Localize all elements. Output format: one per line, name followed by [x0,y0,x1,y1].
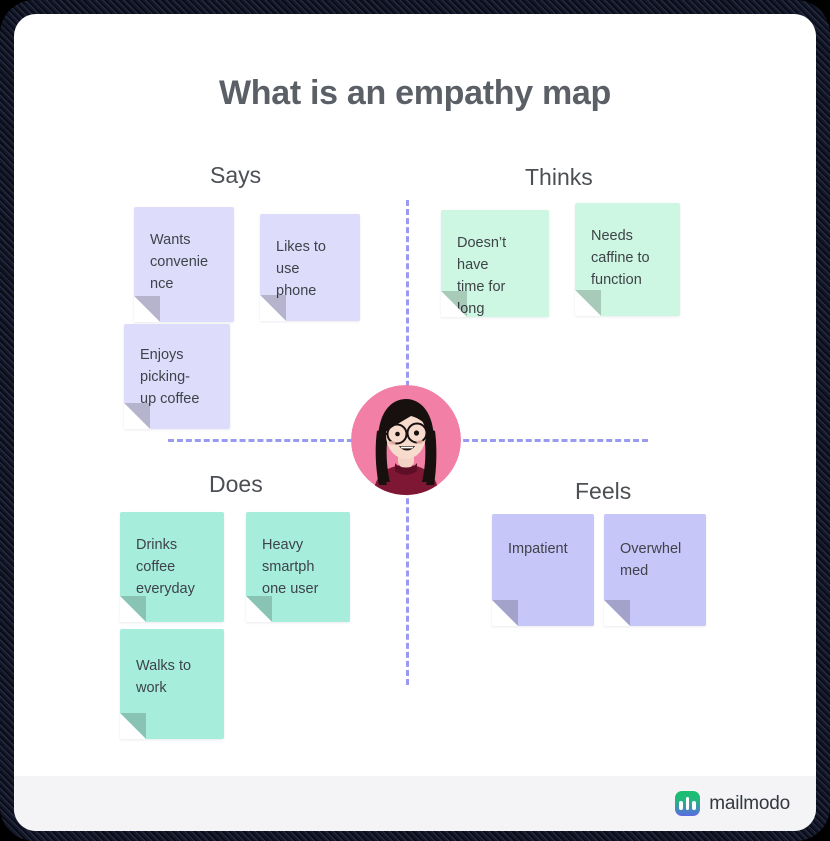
page-title: What is an empathy map [218,74,612,112]
brand-name: mailmodo [709,792,790,814]
image-frame: What is an empathy map Says Thinks Does … [0,0,830,841]
sticky-note-text: Heavy smartph one user [262,537,319,598]
sticky-note-text: Impatient [508,541,568,557]
sticky-note-does-1[interactable]: Drinks coffee everyday [120,512,224,622]
note-fold-corner [134,296,160,322]
persona-avatar [351,385,461,495]
sticky-note-thinks-2[interactable]: Needs caffine to function [575,203,680,316]
sticky-note-says-3[interactable]: Enjoys picking- up coffee [124,324,230,429]
note-fold-corner [575,290,601,316]
sticky-note-feels-2[interactable]: Overwhel med [604,514,706,626]
note-fold-corner [246,596,272,622]
sticky-note-feels-1[interactable]: Impatient [492,514,594,626]
note-fold-corner [604,600,630,626]
sticky-note-text: Walks to work [136,658,192,697]
quadrant-label-thinks: Thinks [525,164,593,190]
note-fold-corner [120,713,146,739]
sticky-note-text: Drinks coffee everyday [136,537,195,598]
quadrant-label-says: Says [210,162,262,188]
note-fold-corner [260,295,286,321]
mailmodo-logo-icon [675,791,701,816]
sticky-note-says-1[interactable]: Wants convenie nce [134,207,234,322]
sticky-note-text: Doesn’t have time for long lines [457,235,507,317]
empathy-map-card: What is an empathy map Says Thinks Does … [14,14,816,831]
sticky-note-does-3[interactable]: Walks to work [120,629,224,739]
sticky-note-text: Enjoys picking- up coffee [140,347,200,408]
quadrant-label-does: Does [209,471,263,497]
sticky-note-text: Likes to use phone [276,239,326,300]
note-fold-corner [492,600,518,626]
sticky-note-text: Wants convenie nce [150,232,209,293]
note-fold-corner [120,596,146,622]
sticky-note-thinks-1[interactable]: Doesn’t have time for long lines [441,210,549,317]
brand-logo: mailmodo [675,791,790,816]
note-fold-corner [124,403,150,429]
footer-bar: mailmodo [14,776,816,831]
sticky-note-says-2[interactable]: Likes to use phone [260,214,360,321]
sticky-note-does-2[interactable]: Heavy smartph one user [246,512,350,622]
sticky-note-text: Needs caffine to function [591,228,650,289]
note-fold-corner [441,291,467,317]
quadrant-label-feels: Feels [575,478,632,504]
sticky-note-text: Overwhel med [620,541,682,580]
